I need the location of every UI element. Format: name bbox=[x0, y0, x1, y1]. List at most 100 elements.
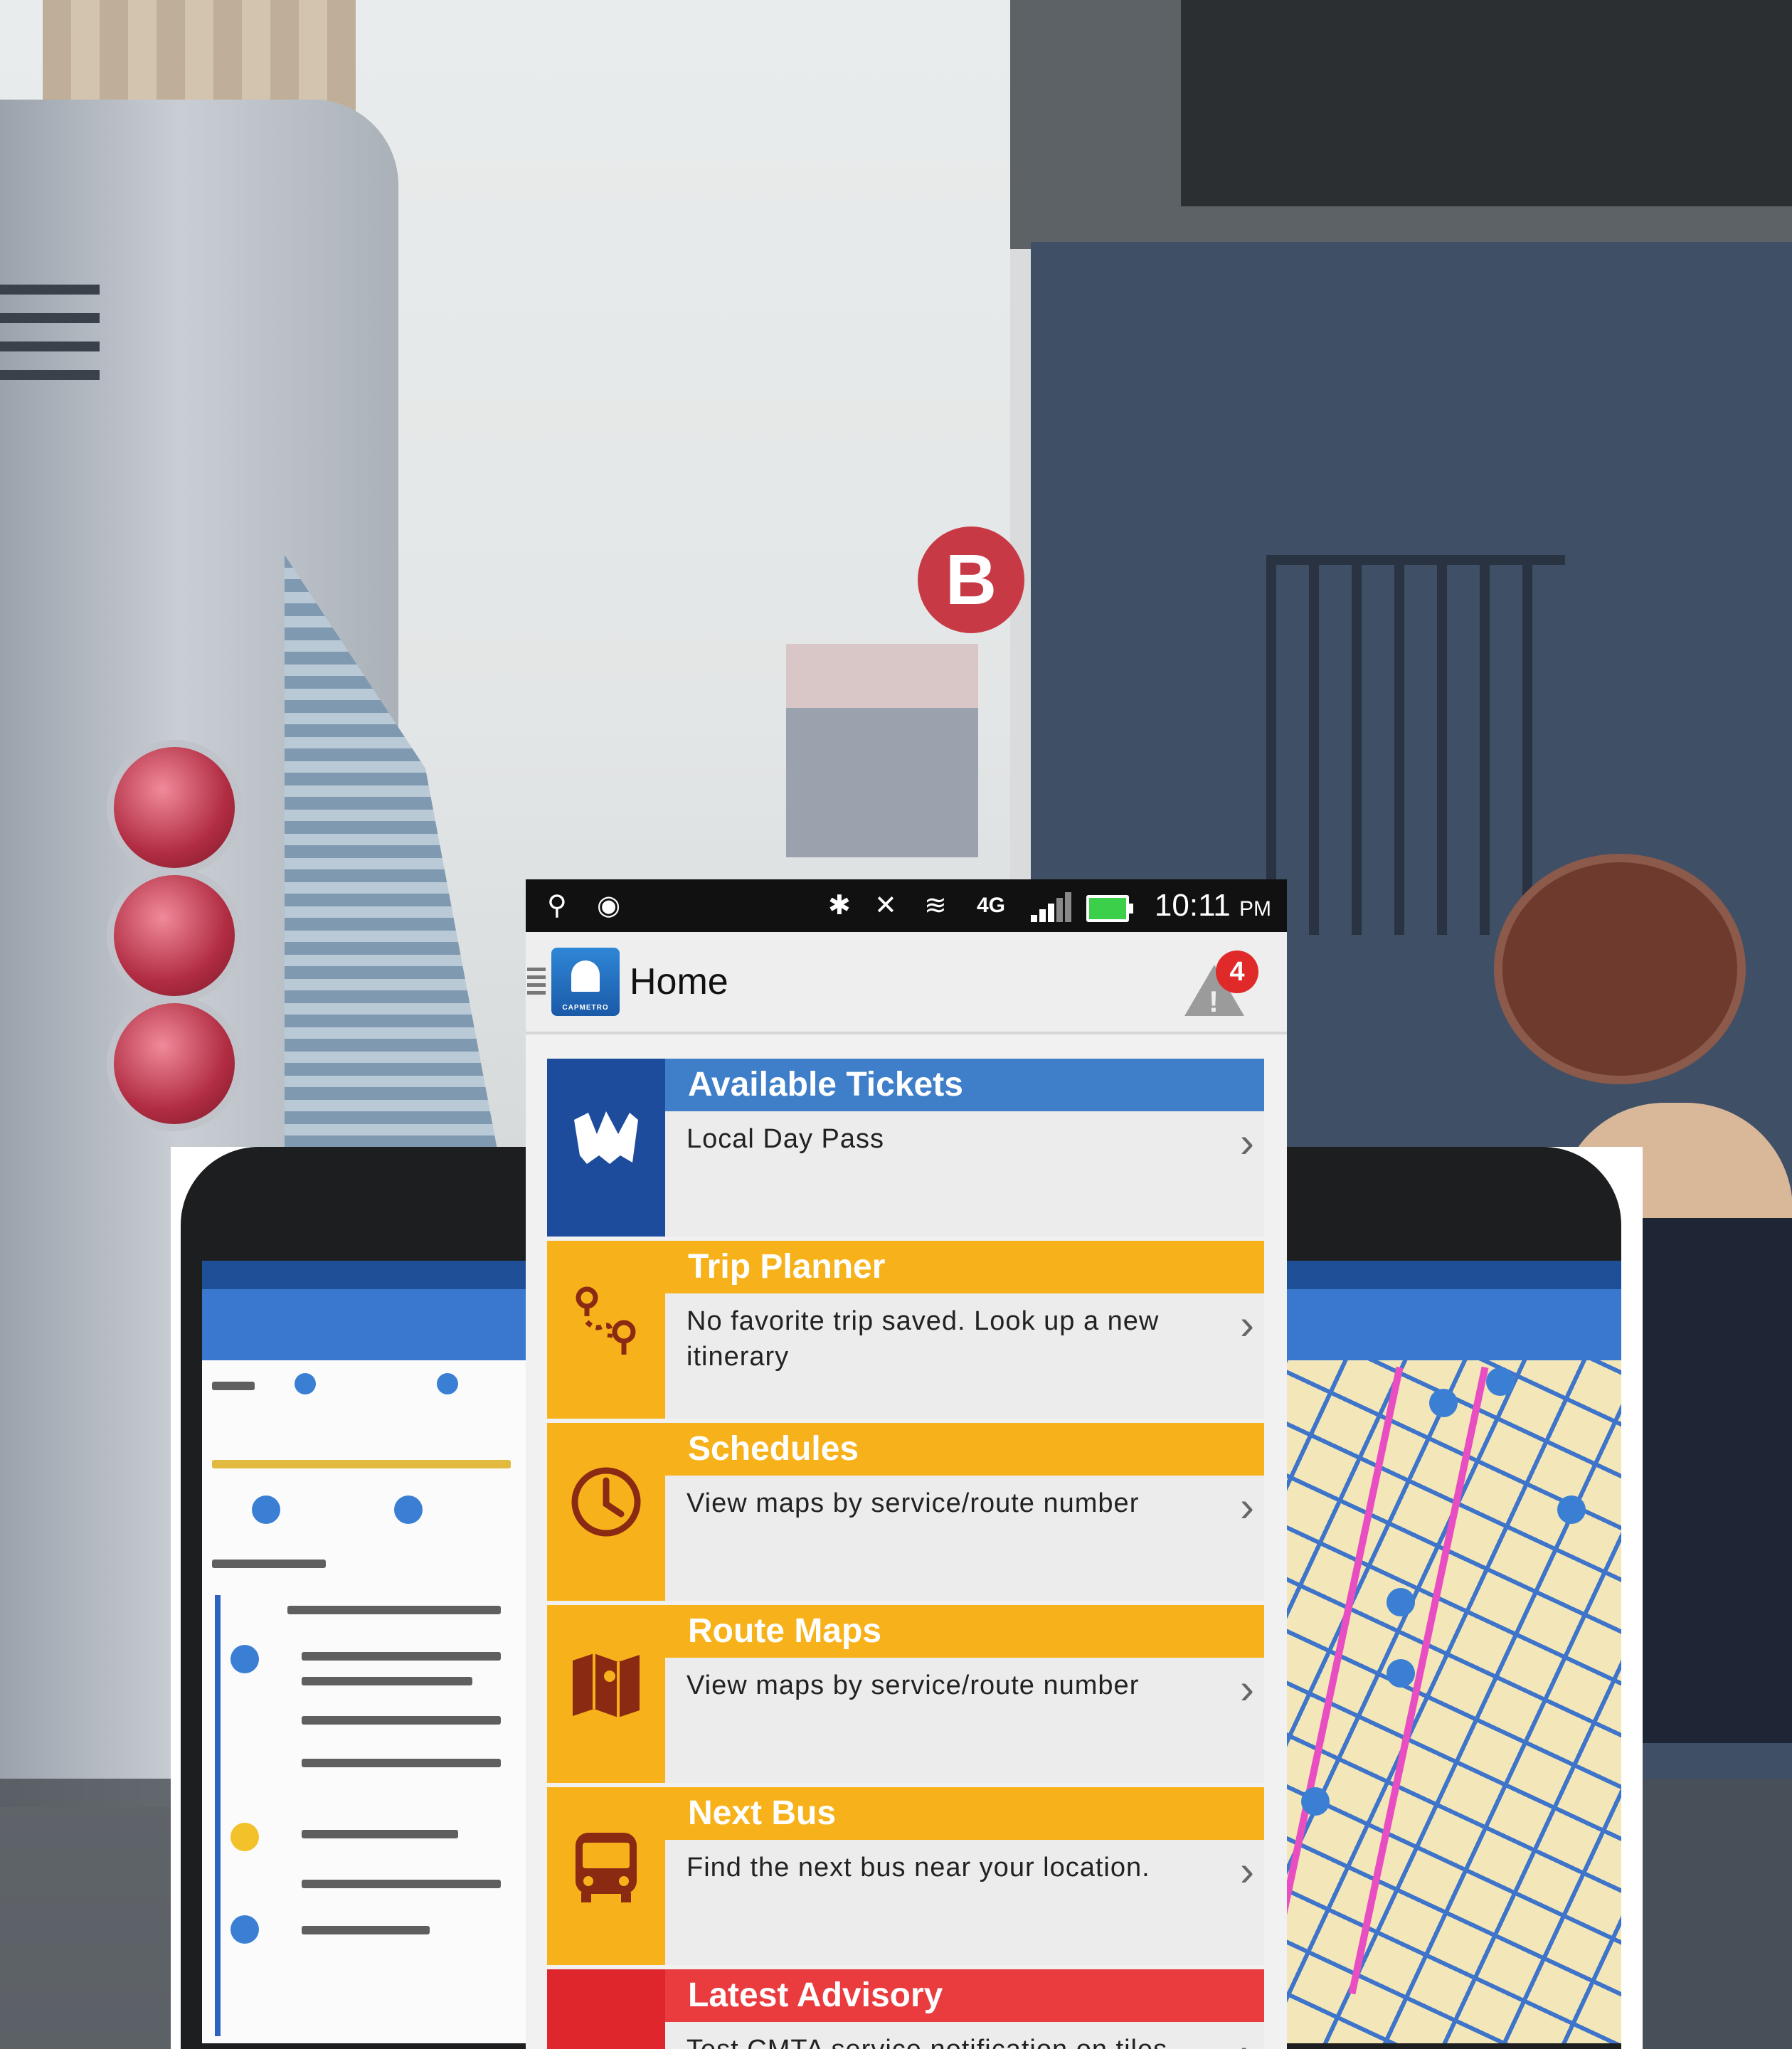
chevron-right-icon: › bbox=[1240, 2032, 1254, 2049]
text-line bbox=[287, 1606, 501, 1614]
app-bar: CAPMETRO Home ! 4 bbox=[526, 932, 1287, 1034]
chevron-right-icon: › bbox=[1240, 1118, 1254, 1166]
advisory-line bbox=[212, 1460, 511, 1468]
bus-vent bbox=[0, 342, 100, 351]
balcony bbox=[1266, 555, 1565, 935]
calendar-icon bbox=[394, 1495, 423, 1524]
bluetooth-icon: ✱ bbox=[828, 891, 851, 921]
bus-vent bbox=[0, 370, 100, 380]
text-line bbox=[302, 1830, 458, 1838]
text-line bbox=[302, 1677, 472, 1685]
status-bar: ⚲ ◉ ✱ ✕ ≋ 4G 10:11 PM bbox=[526, 879, 1287, 932]
route-pin-icon bbox=[576, 1286, 636, 1355]
tile-title: Trip Planner bbox=[665, 1241, 1264, 1293]
text-line bbox=[212, 1560, 326, 1568]
right-phone-screen bbox=[1287, 1261, 1621, 2043]
left-phone-screen bbox=[202, 1261, 526, 2043]
clock-time: 10:11 bbox=[1154, 888, 1231, 923]
bus-icon bbox=[230, 1915, 259, 1944]
usb-icon: ⚲ bbox=[547, 891, 567, 921]
android-icon: ◉ bbox=[597, 891, 621, 921]
tile-icon-box bbox=[547, 1787, 665, 1965]
timeline-dot bbox=[437, 1373, 458, 1394]
clock: 10:11 PM bbox=[1155, 888, 1271, 927]
live-map bbox=[1287, 1360, 1621, 2043]
tile-next-bus[interactable]: Next Bus Find the next bus near your loc… bbox=[547, 1787, 1264, 1965]
map-route-line bbox=[1348, 1366, 1489, 1995]
ticket-icon bbox=[574, 1111, 638, 1164]
tile-icon-box bbox=[547, 1605, 665, 1783]
right-phone-frame bbox=[1287, 1147, 1643, 2049]
timeline-dot bbox=[295, 1373, 316, 1394]
tile-title: Route Maps bbox=[665, 1605, 1264, 1658]
page-title: Home bbox=[630, 961, 728, 1002]
text-line bbox=[212, 1382, 255, 1390]
bus-stop-sign: B bbox=[918, 526, 1024, 633]
tile-body: Local Day Pass bbox=[686, 1124, 885, 1154]
chevron-right-icon: › bbox=[1240, 1847, 1254, 1895]
exclamation-icon: ! bbox=[1209, 985, 1219, 1018]
text-line bbox=[302, 1926, 430, 1934]
tile-available-tickets[interactable]: Available Tickets Local Day Pass › bbox=[547, 1059, 1264, 1237]
left-phone-frame bbox=[171, 1147, 526, 2049]
tile-icon-box bbox=[547, 1241, 665, 1419]
signal-icon bbox=[1031, 892, 1073, 922]
bus-icon bbox=[230, 1645, 259, 1673]
tile-trip-planner[interactable]: Trip Planner No favorite trip saved. Loo… bbox=[547, 1241, 1264, 1419]
tile-icon-box bbox=[547, 1969, 665, 2049]
clock-ampm: PM bbox=[1239, 897, 1271, 921]
warning-icon bbox=[567, 2009, 645, 2049]
tile-body: View maps by service/route number bbox=[686, 1488, 1140, 1518]
wifi-icon: ≋ bbox=[924, 891, 947, 921]
network-type: 4G bbox=[977, 894, 1006, 917]
tail-lamp bbox=[107, 868, 242, 1003]
tile-body: No favorite trip saved. Look up a new it… bbox=[686, 1306, 1160, 1372]
bus-marker bbox=[1557, 1495, 1586, 1524]
building-sign bbox=[786, 644, 978, 857]
main-phone-screen: ⚲ ◉ ✱ ✕ ≋ 4G 10:11 PM CAPMETRO Home ! 4 bbox=[526, 879, 1287, 2049]
bus-marker bbox=[1486, 1367, 1515, 1396]
alert-count-badge: 4 bbox=[1216, 951, 1258, 993]
alerts-button[interactable]: ! 4 bbox=[1180, 951, 1258, 1018]
tail-lamp bbox=[107, 996, 242, 1131]
timeline-bar bbox=[215, 1595, 221, 2036]
tile-latest-advisory[interactable]: Latest Advisory Test CMTA service notifi… bbox=[547, 1969, 1264, 2049]
text-line bbox=[302, 1652, 501, 1661]
map-route-line bbox=[1287, 1366, 1404, 1995]
mute-icon: ✕ bbox=[874, 891, 897, 921]
chevron-right-icon: › bbox=[1240, 1483, 1254, 1530]
bus-marker bbox=[1301, 1787, 1330, 1816]
bus-marker bbox=[1387, 1659, 1415, 1688]
tail-lamp bbox=[107, 740, 242, 875]
left-phone-appbar bbox=[202, 1289, 526, 1360]
tile-icon-box bbox=[547, 1423, 665, 1601]
menu-icon[interactable] bbox=[527, 968, 546, 995]
share-icon bbox=[252, 1495, 280, 1524]
bus-vent bbox=[0, 313, 100, 323]
tile-title: Schedules bbox=[665, 1423, 1264, 1476]
capmetro-logo[interactable]: CAPMETRO bbox=[551, 948, 620, 1016]
tile-title: Latest Advisory bbox=[665, 1969, 1264, 2022]
pub-sign bbox=[1494, 854, 1746, 1084]
right-phone-statusbar bbox=[1287, 1261, 1621, 1289]
chevron-right-icon: › bbox=[1240, 1301, 1254, 1348]
text-line bbox=[302, 1759, 501, 1767]
bus-vent bbox=[0, 285, 100, 295]
chevron-right-icon: › bbox=[1240, 1665, 1254, 1712]
tile-title: Next Bus bbox=[665, 1787, 1264, 1840]
tile-body: Find the next bus near your location. bbox=[686, 1853, 1150, 1883]
clock-icon bbox=[571, 1467, 641, 1537]
tile-body: View maps by service/route number bbox=[686, 1671, 1140, 1700]
tile-route-maps[interactable]: Route Maps View maps by service/route nu… bbox=[547, 1605, 1264, 1783]
bus-icon bbox=[576, 1833, 637, 1902]
tile-icon-box bbox=[547, 1059, 665, 1237]
bus-marker bbox=[1429, 1389, 1458, 1417]
map-icon bbox=[573, 1653, 640, 1717]
tile-title: Available Tickets bbox=[665, 1059, 1264, 1111]
tile-schedules[interactable]: Schedules View maps by service/route num… bbox=[547, 1423, 1264, 1601]
awning-inner bbox=[1181, 0, 1792, 206]
logo-text: CAPMETRO bbox=[562, 1004, 609, 1012]
right-phone-appbar bbox=[1287, 1289, 1621, 1360]
battery-icon bbox=[1086, 895, 1133, 922]
bus-marker bbox=[1387, 1588, 1415, 1616]
